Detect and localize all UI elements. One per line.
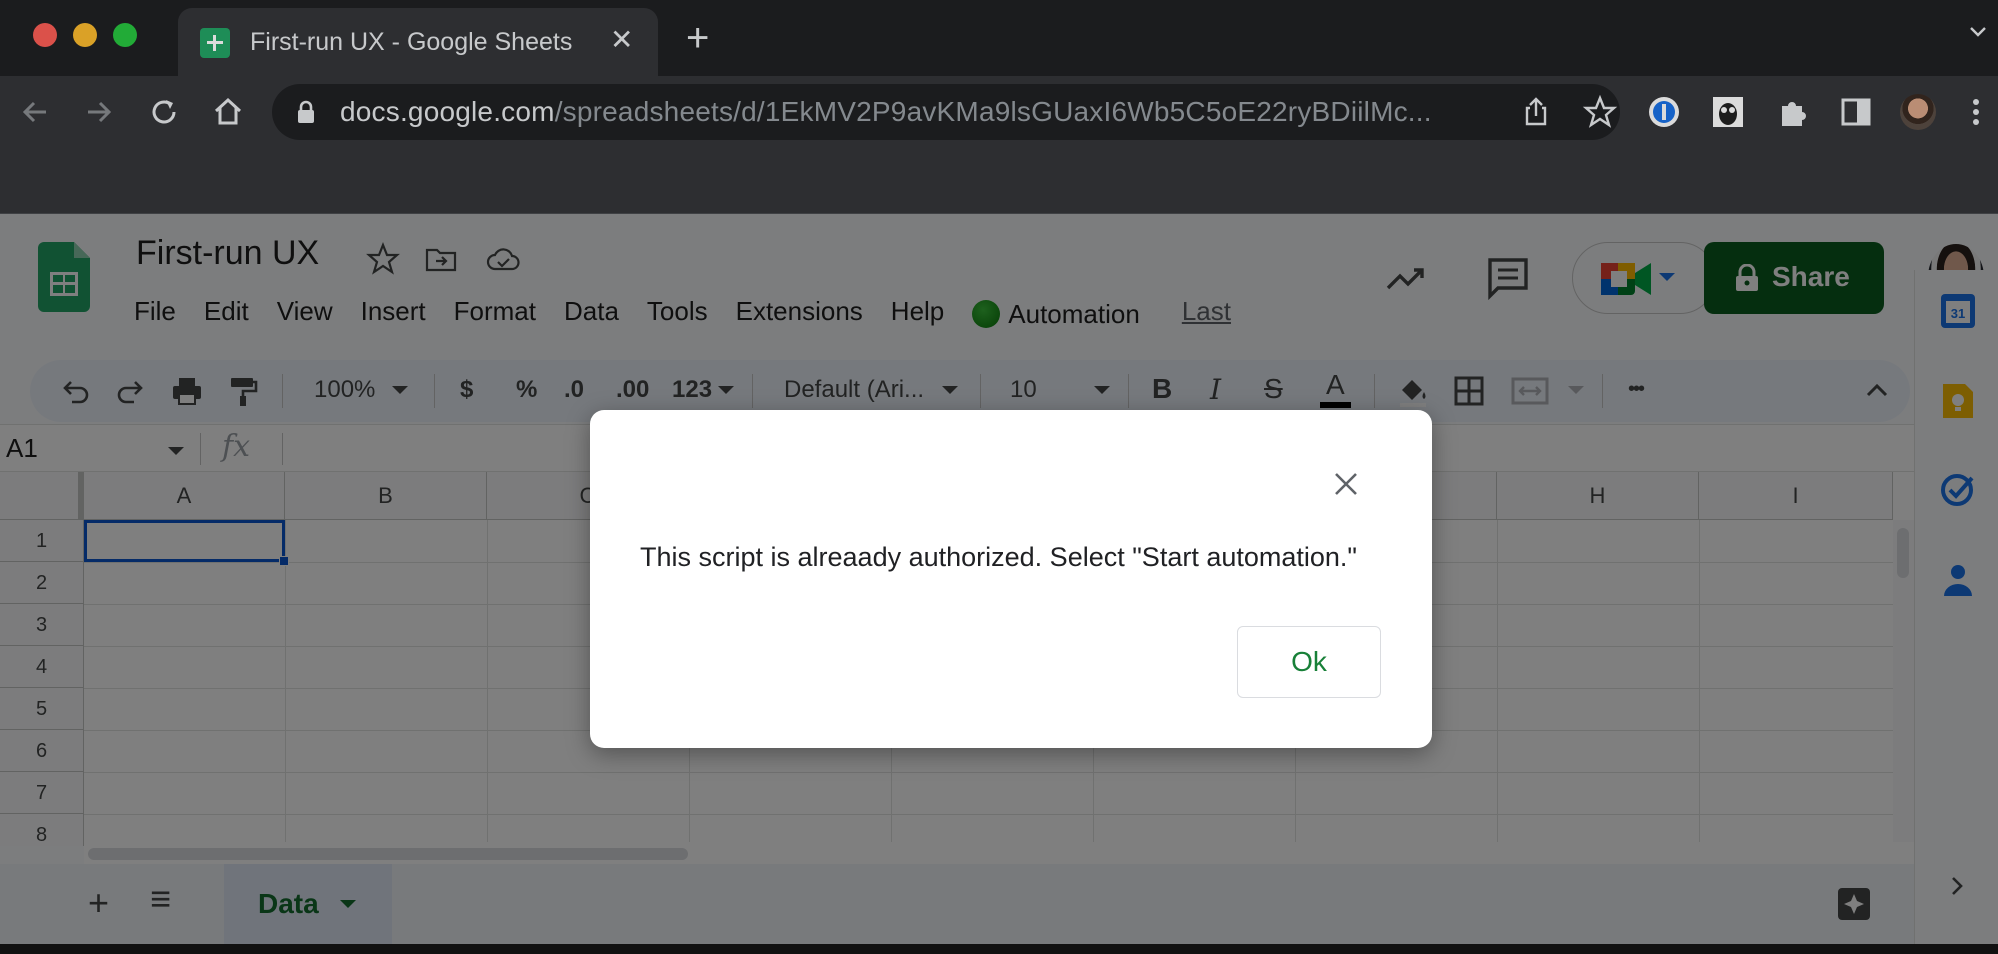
chrome-dim-overlay (0, 0, 1998, 214)
authorization-dialog: This script is alreaady authorized. Sele… (590, 410, 1432, 748)
window-bottom-edge (0, 944, 1998, 954)
dialog-close-icon[interactable] (1328, 466, 1364, 502)
ok-button[interactable]: Ok (1237, 626, 1381, 698)
dialog-message: This script is alreaady authorized. Sele… (640, 542, 1358, 572)
